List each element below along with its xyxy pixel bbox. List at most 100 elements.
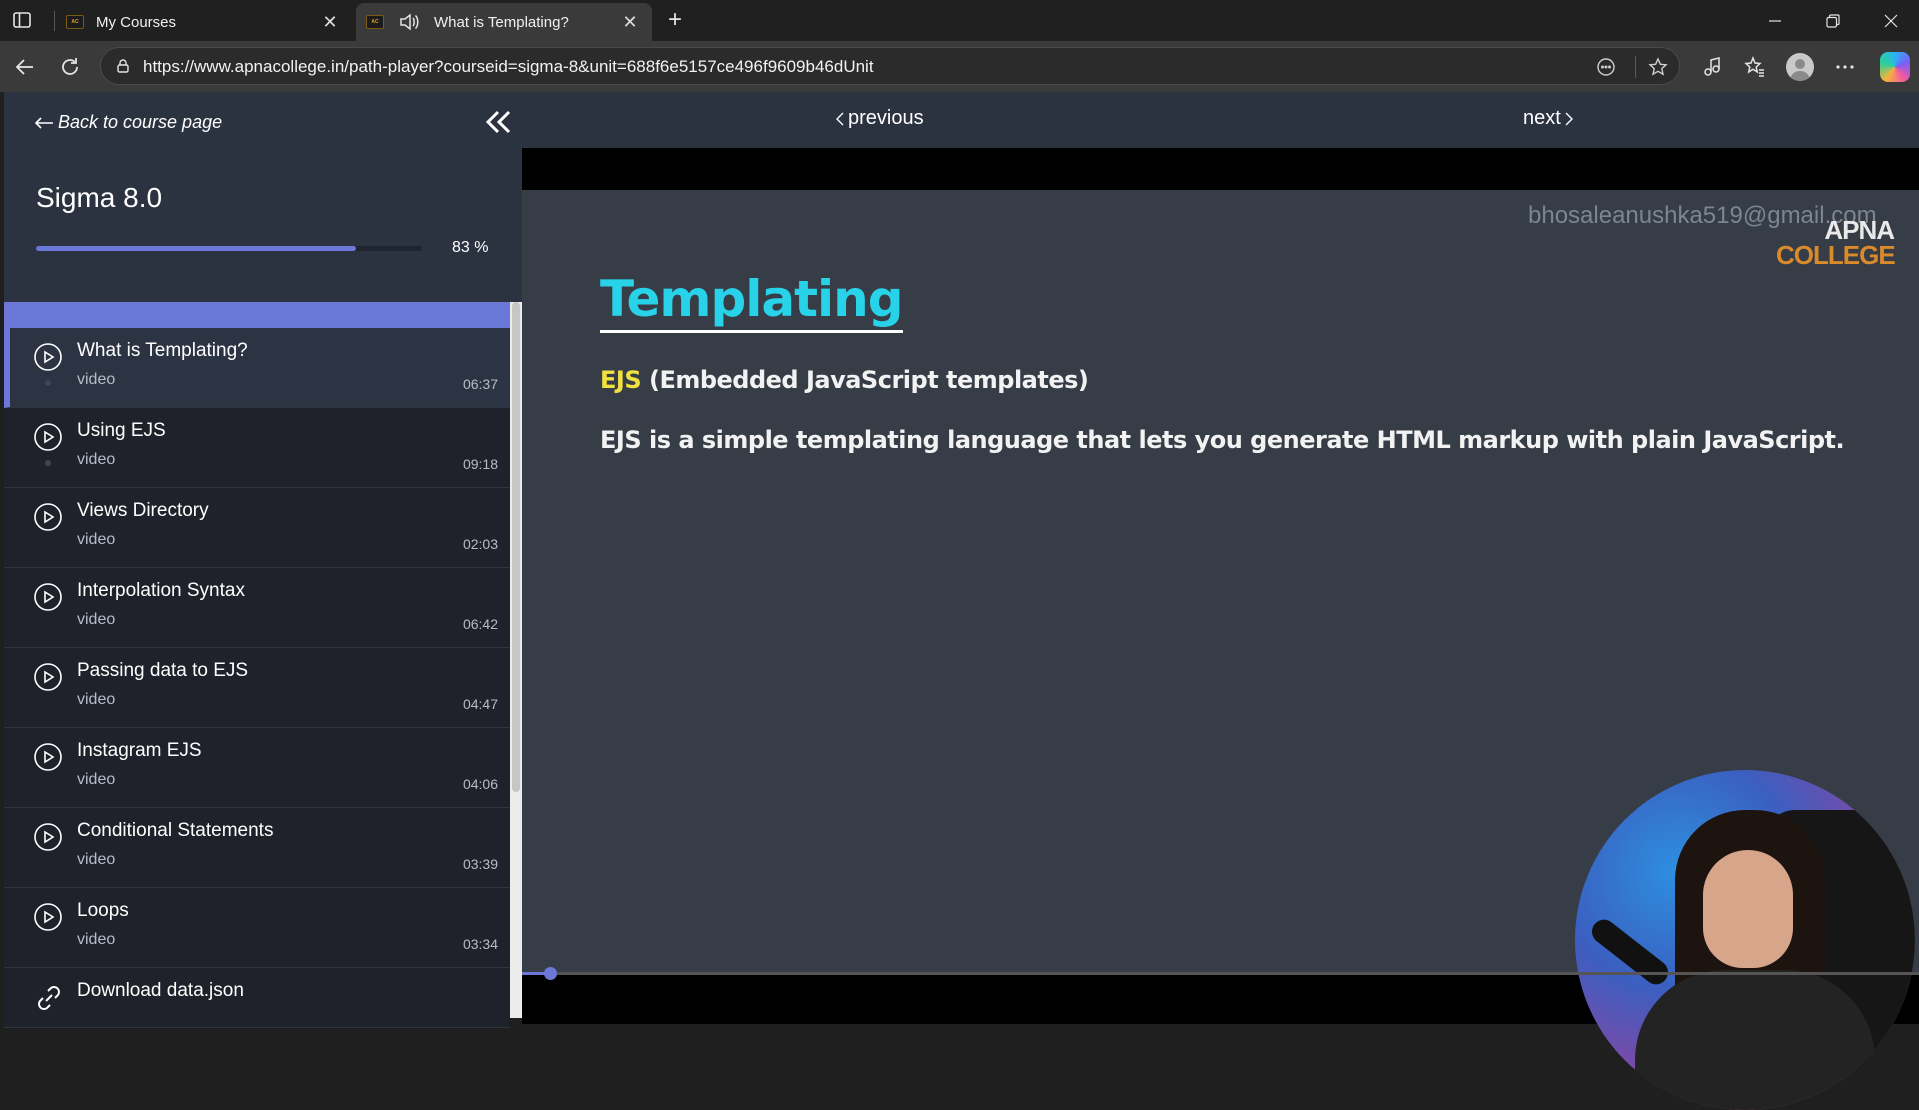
- lesson-item-instagram-ejs[interactable]: Instagram EJS video 04:06: [4, 728, 510, 808]
- slide-ejs-line: EJS (Embedded JavaScript templates): [600, 366, 1089, 394]
- more-options-icon[interactable]: [1832, 54, 1858, 80]
- lesson-type: video: [77, 531, 116, 548]
- sidebar-toggle-icon[interactable]: [12, 10, 32, 30]
- lesson-item-passing-data[interactable]: Passing data to EJS video 04:47: [4, 648, 510, 728]
- lesson-type: video: [77, 931, 116, 948]
- tab-close-icon[interactable]: ✕: [318, 10, 342, 34]
- ejs-description: (Embedded JavaScript templates): [648, 366, 1089, 394]
- lesson-title: Passing data to EJS: [77, 660, 249, 681]
- browser-tab-bar: AC My Courses ✕ AC What is Templating? ✕…: [0, 0, 1919, 41]
- lesson-item-loops[interactable]: Loops video 03:34: [4, 888, 510, 968]
- lesson-status-dot: [45, 460, 51, 466]
- webcam-microphone: [1587, 914, 1673, 990]
- apna-college-favicon-icon: AC: [66, 15, 84, 29]
- url-field[interactable]: https://www.apnacollege.in/path-player?c…: [100, 47, 1680, 85]
- webcam-body: [1635, 970, 1875, 1110]
- new-tab-button[interactable]: +: [662, 8, 688, 34]
- lesson-list: What is Templating? video 06:37 Using EJ…: [4, 328, 510, 1028]
- lesson-nav-row: previous next: [522, 92, 1919, 148]
- lesson-item-what-is-templating[interactable]: What is Templating? video 06:37: [4, 328, 510, 408]
- lesson-item-using-ejs[interactable]: Using EJS video 09:18: [4, 408, 510, 488]
- lesson-duration: 03:34: [462, 936, 498, 952]
- tab-separator: [54, 11, 55, 31]
- slide-heading: Templating: [600, 270, 904, 333]
- chevron-right-icon: [1565, 112, 1573, 125]
- lesson-type: video: [77, 611, 116, 628]
- lesson-title: Loops: [77, 900, 129, 921]
- course-title: Sigma 8.0: [36, 182, 163, 213]
- tab-my-courses[interactable]: AC My Courses ✕: [56, 3, 352, 41]
- play-circle-icon: [34, 583, 62, 611]
- lesson-duration: 04:47: [462, 696, 498, 712]
- lesson-title: Download data.json: [77, 980, 244, 1001]
- lesson-list-scrollbar[interactable]: [510, 302, 522, 1018]
- chevron-left-icon: [836, 112, 844, 125]
- previous-label: previous: [848, 107, 924, 129]
- webcam-face: [1703, 850, 1793, 968]
- lesson-item-download-data-json[interactable]: Download data.json: [4, 968, 510, 1028]
- close-window-icon[interactable]: [1878, 8, 1904, 34]
- copilot-icon[interactable]: [1880, 52, 1910, 82]
- tab-title: My Courses: [96, 13, 177, 31]
- minimize-icon[interactable]: [1762, 8, 1788, 34]
- lesson-duration: 09:18: [462, 456, 498, 472]
- next-button[interactable]: next: [1523, 107, 1573, 130]
- favorite-star-icon[interactable]: [1647, 56, 1669, 78]
- lesson-type: video: [77, 691, 116, 708]
- instructor-webcam-overlay: [1575, 770, 1915, 1110]
- speaker-icon[interactable]: [398, 12, 420, 32]
- play-circle-icon: [34, 743, 62, 771]
- previous-button[interactable]: previous: [836, 107, 924, 130]
- browser-address-bar: https://www.apnacollege.in/path-player?c…: [0, 41, 1919, 92]
- logo-line-2: COLLEGE: [1776, 240, 1896, 270]
- favorites-icon[interactable]: [1742, 54, 1768, 80]
- collapse-sidebar-icon[interactable]: [482, 106, 514, 138]
- play-circle-icon: [34, 823, 62, 851]
- lesson-duration: 03:39: [462, 856, 498, 872]
- video-scrubber-knob[interactable]: [543, 967, 557, 980]
- url-text[interactable]: https://www.apnacollege.in/path-player?c…: [143, 57, 874, 77]
- restore-icon[interactable]: [1820, 8, 1846, 34]
- course-progress-fill: [36, 246, 357, 251]
- lesson-item-views-directory[interactable]: Views Directory video 02:03: [4, 488, 510, 568]
- play-circle-icon: [34, 663, 62, 691]
- back-to-course-link[interactable]: Back to course page: [34, 112, 222, 133]
- lesson-type: video: [77, 451, 116, 468]
- lesson-type: video: [77, 851, 116, 868]
- play-circle-icon: [34, 503, 62, 531]
- url-divider: [1635, 56, 1636, 78]
- link-icon: [38, 986, 60, 1010]
- lesson-duration: 06:37: [462, 376, 498, 392]
- lesson-title: Instagram EJS: [77, 740, 202, 761]
- lesson-item-interpolation-syntax[interactable]: Interpolation Syntax video 06:42: [4, 568, 510, 648]
- lesson-title: Interpolation Syntax: [77, 580, 245, 601]
- video-progress-bar[interactable]: [522, 967, 1919, 980]
- tab-close-icon[interactable]: ✕: [618, 10, 642, 34]
- tab-what-is-templating[interactable]: AC What is Templating? ✕: [356, 3, 652, 41]
- media-control-icon[interactable]: [1699, 54, 1725, 80]
- site-info-icon[interactable]: [115, 58, 131, 74]
- lesson-duration: 06:42: [462, 616, 498, 632]
- video-frame[interactable]: bhosaleanushka519@gmail.com APNA COLLEGE…: [522, 190, 1919, 1110]
- back-arrow-icon: [34, 116, 53, 129]
- lesson-type: video: [77, 371, 116, 388]
- scrollbar-thumb[interactable]: [512, 302, 520, 792]
- lesson-title: Conditional Statements: [77, 820, 274, 841]
- course-progress-percent: 83 %: [452, 239, 489, 256]
- apna-college-logo: APNA COLLEGE: [1776, 217, 1896, 270]
- course-progress-bar: [36, 246, 422, 251]
- lesson-duration: 04:06: [462, 776, 498, 792]
- profile-avatar-icon[interactable]: [1786, 53, 1814, 81]
- back-link-label: Back to course page: [58, 112, 223, 132]
- lesson-type: video: [77, 771, 116, 788]
- refresh-icon[interactable]: [57, 54, 83, 80]
- ejs-highlight: EJS: [600, 366, 642, 394]
- lesson-item-conditional-statements[interactable]: Conditional Statements video 03:39: [4, 808, 510, 888]
- next-label: next: [1523, 107, 1561, 129]
- video-player-area: previous next bhosaleanushka519@gmail.co…: [522, 92, 1919, 1110]
- reading-view-icon[interactable]: [1595, 56, 1617, 78]
- lesson-status-dot: [45, 380, 51, 386]
- back-arrow-icon[interactable]: [12, 54, 38, 80]
- play-circle-icon: [34, 423, 62, 451]
- lesson-title: Views Directory: [77, 500, 209, 521]
